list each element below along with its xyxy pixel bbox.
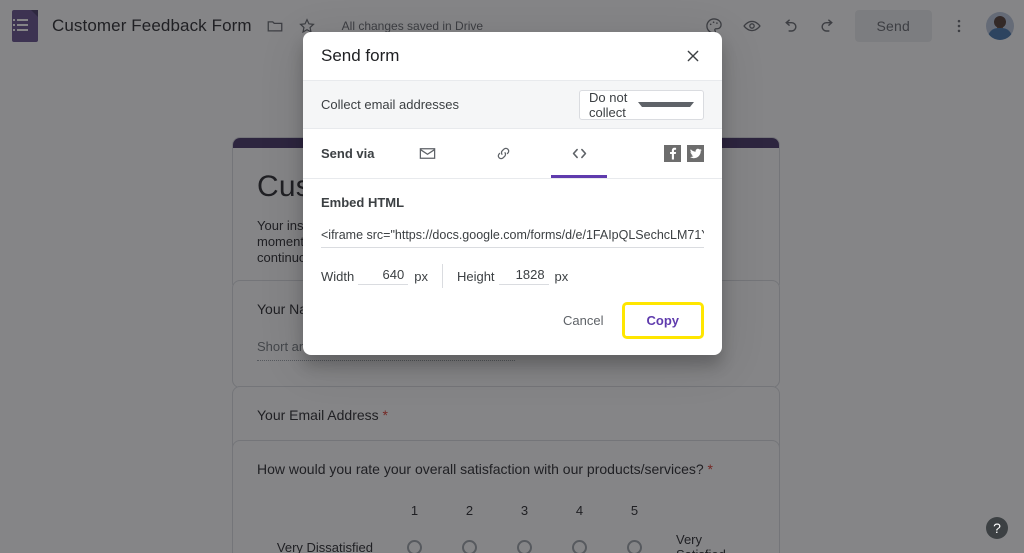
width-input[interactable]: 640 — [358, 267, 409, 285]
cancel-button[interactable]: Cancel — [551, 305, 615, 336]
send-via-tabs — [391, 129, 607, 178]
send-via-row: Send via — [303, 129, 722, 179]
height-unit: px — [554, 268, 569, 284]
copy-button[interactable]: Copy — [624, 305, 701, 336]
link-icon — [492, 143, 514, 165]
dialog-title: Send form — [321, 46, 400, 65]
social-share-group — [664, 145, 704, 162]
collect-email-row: Collect email addresses Do not collect — [303, 80, 722, 129]
tab-email[interactable] — [399, 129, 455, 178]
dimension-separator — [441, 264, 443, 288]
collect-email-select[interactable]: Do not collect — [579, 89, 704, 120]
tab-link[interactable] — [475, 129, 531, 178]
collect-email-value: Do not collect — [589, 89, 628, 120]
facebook-icon[interactable] — [664, 145, 681, 162]
collect-email-label: Collect email addresses — [321, 97, 460, 112]
height-label: Height — [456, 268, 495, 284]
send-via-label: Send via — [321, 146, 375, 161]
dialog-header: Send form — [303, 32, 722, 80]
close-icon[interactable] — [682, 45, 704, 67]
help-button[interactable]: ? — [986, 517, 1008, 539]
copy-button-highlight: Copy — [621, 302, 704, 339]
width-unit: px — [414, 268, 428, 284]
width-label: Width — [321, 268, 355, 284]
send-form-dialog: Send form Collect email addresses Do not… — [303, 32, 722, 355]
tab-embed[interactable] — [551, 129, 607, 178]
twitter-icon[interactable] — [687, 145, 704, 162]
embed-html-label: Embed HTML — [321, 195, 405, 210]
embed-code-input[interactable]: <iframe src="https://docs.google.com/for… — [321, 228, 704, 248]
embed-dimensions-row: Width 640 px Height 1828 px — [321, 264, 704, 288]
screen: Customer Feedback Form All changes saved… — [0, 0, 1024, 553]
mail-icon — [416, 143, 438, 165]
dialog-actions: Cancel Copy — [303, 288, 722, 355]
chevron-down-icon — [637, 102, 694, 107]
dialog-body: Embed HTML <iframe src="https://docs.goo… — [303, 179, 722, 288]
height-input[interactable]: 1828 — [498, 267, 549, 285]
code-brackets-icon — [568, 143, 590, 165]
